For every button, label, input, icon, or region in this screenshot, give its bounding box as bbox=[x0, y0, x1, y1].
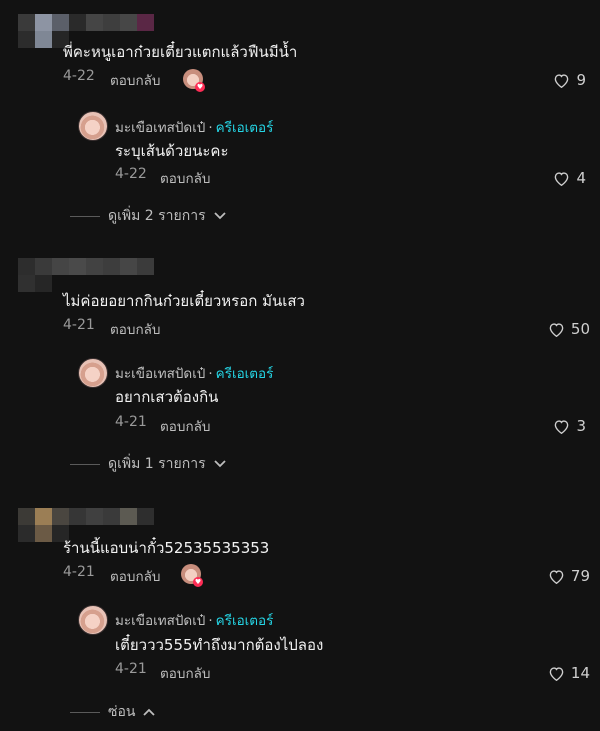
like-button[interactable]: 3 bbox=[553, 417, 586, 435]
heart-icon bbox=[555, 171, 569, 186]
reply-text: ระบุเส้นด้วยนะคะ bbox=[115, 142, 229, 160]
like-count: 79 bbox=[570, 567, 590, 585]
hide-replies-button[interactable]: ซ่อน bbox=[70, 701, 156, 723]
hide-label: ซ่อน bbox=[108, 704, 136, 720]
censored-avatar-username bbox=[18, 525, 69, 542]
divider-line bbox=[70, 711, 100, 713]
reply-date: 4-21 bbox=[115, 414, 147, 430]
heart-icon bbox=[549, 322, 564, 337]
reply-button[interactable]: ตอบกลับ bbox=[110, 565, 160, 587]
reply-date: 4-21 bbox=[115, 661, 147, 677]
creator-avatar[interactable] bbox=[78, 605, 108, 635]
separator-dot: · bbox=[208, 613, 213, 629]
reply-text: เตี๋ยววว555ทำถึงมากต้องไปลอง bbox=[115, 636, 324, 654]
like-count: 3 bbox=[576, 417, 586, 435]
view-more-replies-button[interactable]: ดูเพิ่ม 1 รายการ bbox=[70, 453, 226, 475]
comment-date: 4-21 bbox=[63, 564, 95, 580]
chevron-down-icon bbox=[213, 460, 226, 468]
like-count: 14 bbox=[570, 664, 590, 682]
heart-icon bbox=[549, 666, 564, 681]
creator-avatar[interactable] bbox=[78, 111, 108, 141]
divider-line bbox=[70, 463, 100, 465]
separator-dot: · bbox=[208, 366, 213, 382]
censored-avatar-username bbox=[18, 275, 52, 292]
creator-badge: ครีเอเตอร์ bbox=[215, 120, 274, 136]
reply-button[interactable]: ตอบกลับ bbox=[160, 415, 210, 437]
reply-username-line: มะเขือเทสปัดเป๋ · ครีเอเตอร์ bbox=[115, 362, 273, 384]
view-more-label: ดูเพิ่ม 2 รายการ bbox=[108, 208, 206, 224]
like-count: 9 bbox=[576, 71, 586, 89]
censored-avatar-username bbox=[18, 258, 154, 275]
chevron-down-icon bbox=[213, 212, 226, 220]
censored-avatar-username bbox=[18, 508, 154, 525]
comment-date: 4-21 bbox=[63, 317, 95, 333]
creator-liked-heart-icon: ♥ bbox=[193, 577, 203, 587]
reply-username[interactable]: มะเขือเทสปัดเป๋ bbox=[115, 613, 205, 629]
view-more-label: ดูเพิ่ม 1 รายการ bbox=[108, 456, 206, 472]
reply-button[interactable]: ตอบกลับ bbox=[110, 318, 160, 340]
like-button[interactable]: 14 bbox=[548, 664, 590, 682]
like-button[interactable]: 50 bbox=[548, 320, 590, 338]
censored-avatar-username bbox=[18, 14, 154, 31]
reply-text: อยากเสวต้องกิน bbox=[115, 388, 219, 406]
heart-icon bbox=[555, 73, 569, 88]
comment-text: ไม่ค่อยอยากกินก๋วยเตี๋ยวหรอก มันเสว bbox=[63, 292, 305, 310]
comment-date: 4-22 bbox=[63, 68, 95, 84]
reply-button[interactable]: ตอบกลับ bbox=[110, 69, 160, 91]
creator-badge: ครีเอเตอร์ bbox=[215, 366, 274, 382]
comment-text: พี่คะหนูเอาก๋วยเตี๋ยวแตกแล้วฟืนมีน้ำ bbox=[63, 43, 298, 61]
like-button[interactable]: 4 bbox=[553, 169, 586, 187]
reply-username-line: มะเขือเทสปัดเป๋ · ครีเอเตอร์ bbox=[115, 116, 273, 138]
like-count: 4 bbox=[576, 169, 586, 187]
heart-icon bbox=[549, 569, 564, 584]
heart-icon bbox=[555, 419, 569, 434]
reply-date: 4-22 bbox=[115, 166, 147, 182]
creator-badge: ครีเอเตอร์ bbox=[215, 613, 274, 629]
censored-avatar-username bbox=[18, 31, 69, 48]
reply-button[interactable]: ตอบกลับ bbox=[160, 167, 210, 189]
creator-liked-heart-icon: ♥ bbox=[195, 82, 205, 92]
like-button[interactable]: 9 bbox=[553, 71, 586, 89]
reply-username-line: มะเขือเทสปัดเป๋ · ครีเอเตอร์ bbox=[115, 609, 273, 631]
reply-button[interactable]: ตอบกลับ bbox=[160, 662, 210, 684]
chevron-up-icon bbox=[143, 708, 156, 716]
reply-username[interactable]: มะเขือเทสปัดเป๋ bbox=[115, 366, 205, 382]
separator-dot: · bbox=[208, 120, 213, 136]
view-more-replies-button[interactable]: ดูเพิ่ม 2 รายการ bbox=[70, 205, 226, 227]
comment-text: ร้านนี้แอบน่ากั๋ว52535535353 bbox=[63, 539, 270, 557]
divider-line bbox=[70, 215, 100, 217]
like-button[interactable]: 79 bbox=[548, 567, 590, 585]
creator-avatar[interactable] bbox=[78, 358, 108, 388]
reply-username[interactable]: มะเขือเทสปัดเป๋ bbox=[115, 120, 205, 136]
like-count: 50 bbox=[570, 320, 590, 338]
